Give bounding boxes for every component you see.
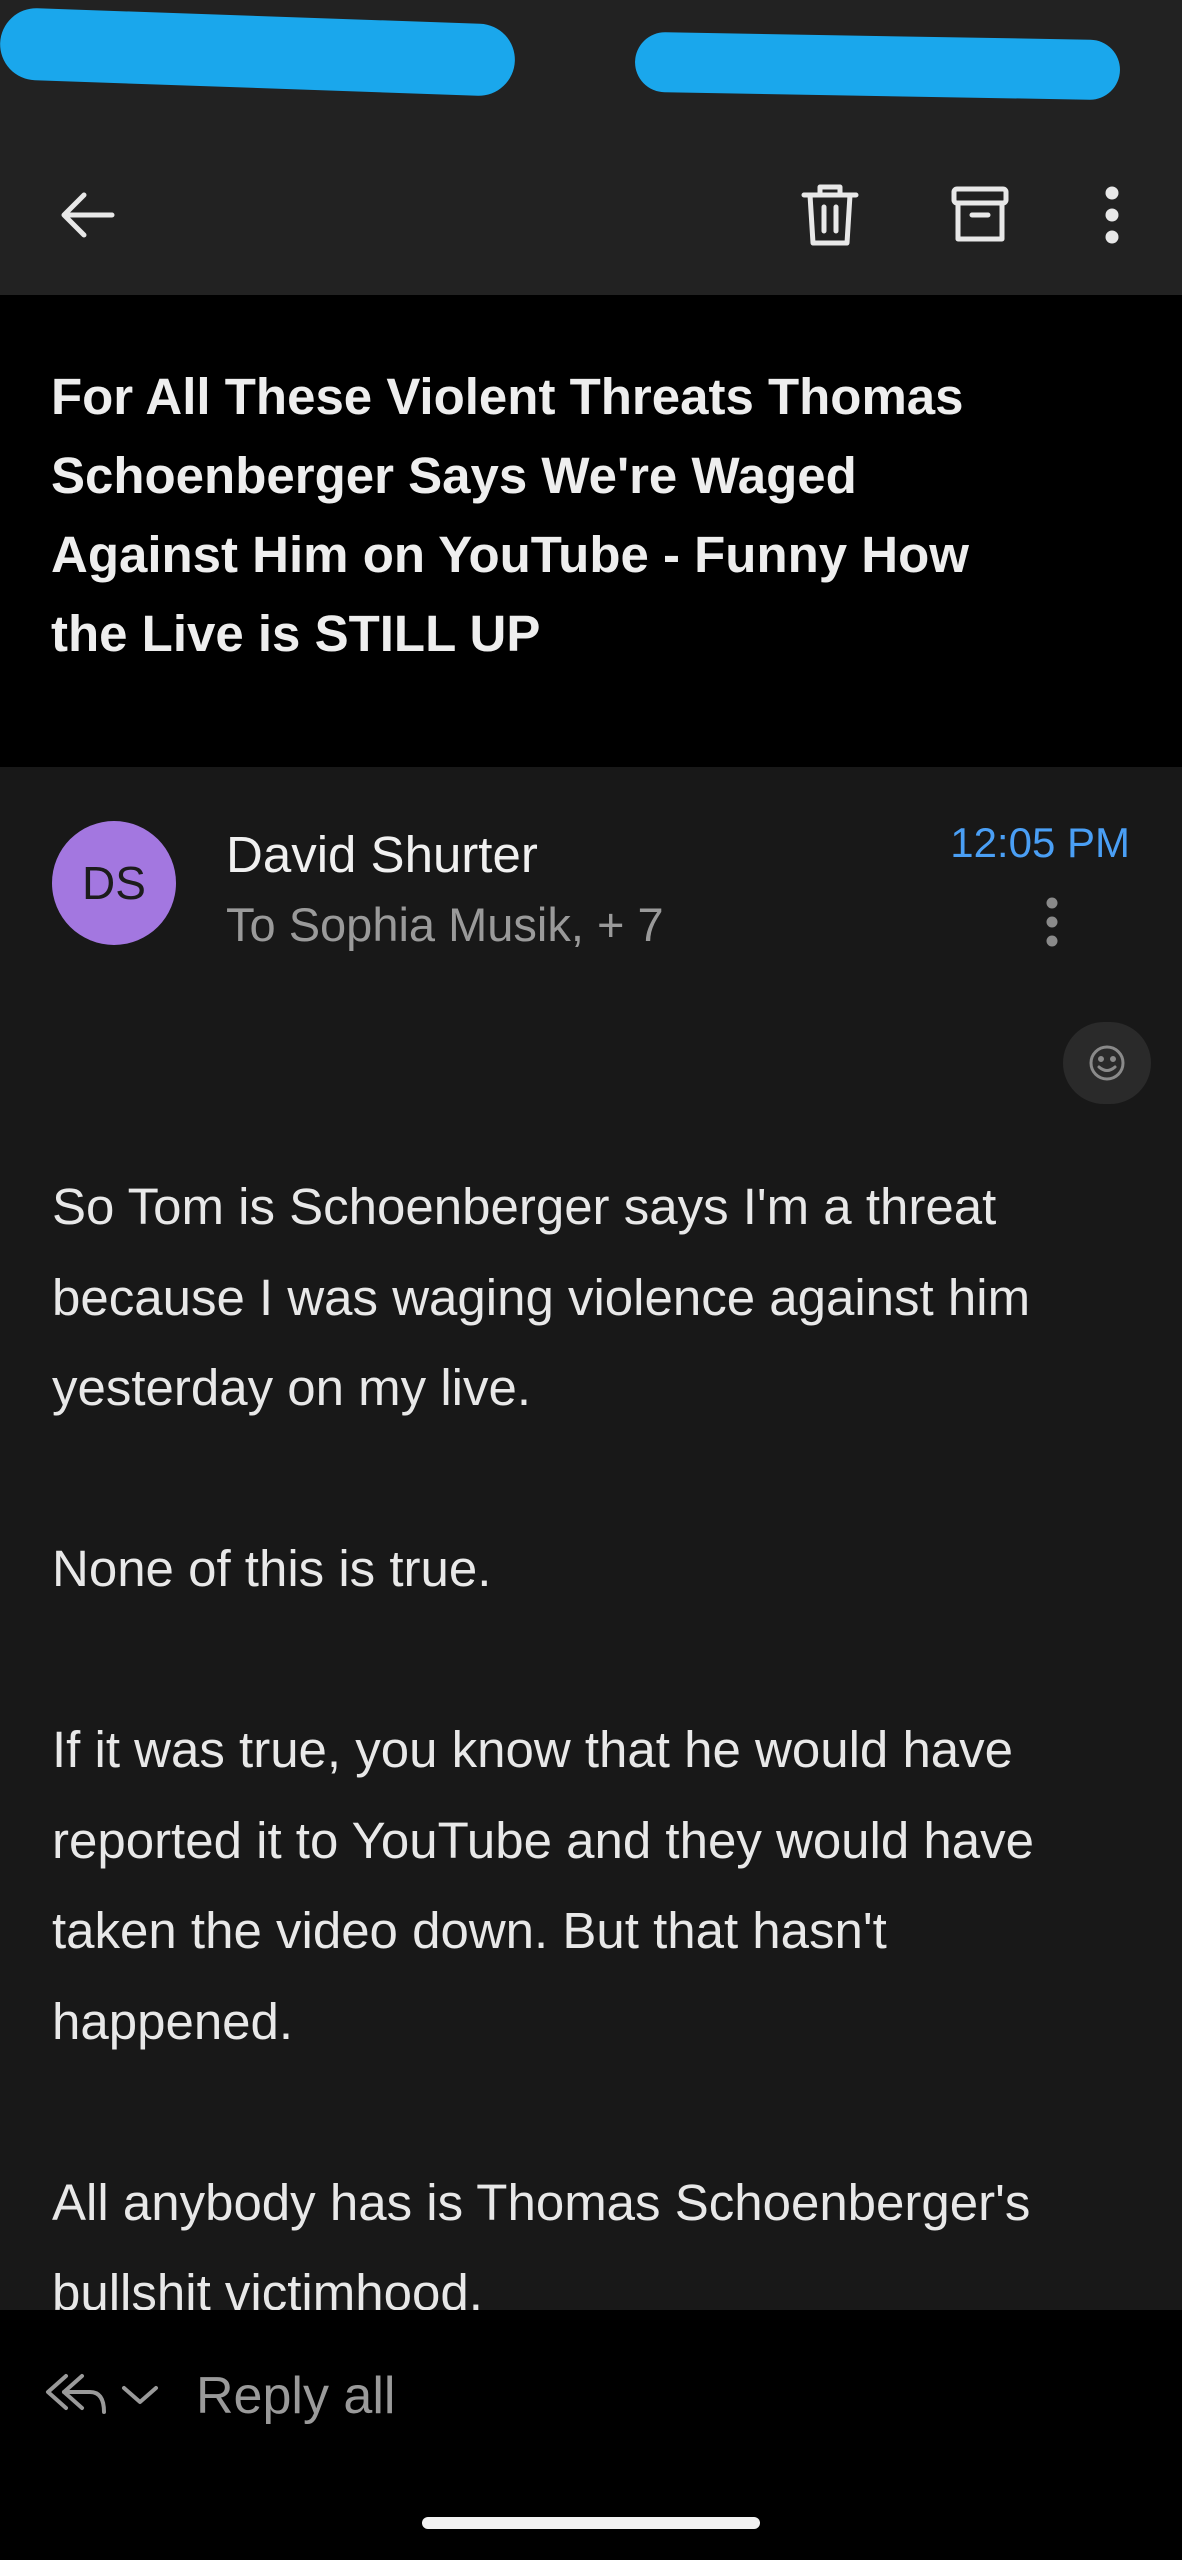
sender-name: David Shurter — [226, 826, 538, 883]
smiley-icon — [1089, 1045, 1125, 1081]
subject-section: For All These Violent Threats Thomas Sch… — [0, 295, 1182, 767]
back-button[interactable] — [38, 165, 138, 265]
reply-all-label: Reply all — [196, 2367, 396, 2425]
body-paragraph: If it was true, you know that he would h… — [52, 1721, 1034, 2050]
message-header[interactable]: DS David Shurter To Sophia Musik, + 7 12… — [0, 767, 1182, 1017]
more-vertical-icon — [1046, 897, 1058, 947]
archive-button[interactable] — [930, 165, 1030, 265]
message-time: 12:05 PM — [950, 819, 1130, 866]
more-options-button[interactable] — [1062, 165, 1162, 265]
message-more-button[interactable] — [1030, 882, 1074, 962]
redaction-mark — [634, 31, 1121, 101]
home-indicator — [422, 2517, 760, 2529]
top-toolbar — [0, 130, 1182, 295]
email-subject: For All These Violent Threats Thomas Sch… — [51, 368, 969, 662]
delete-button[interactable] — [780, 165, 880, 265]
add-reaction-button[interactable] — [1063, 1022, 1151, 1104]
email-body: So Tom is Schoenberger says I'm a threat… — [52, 1162, 1132, 2310]
body-paragraph: All anybody has is Thomas Schoenberger's… — [52, 2173, 1031, 2311]
archive-icon — [951, 186, 1009, 242]
redaction-mark — [0, 7, 517, 97]
more-vertical-icon — [1105, 186, 1119, 244]
trash-icon — [801, 184, 859, 246]
reply-all-icon — [46, 2374, 106, 2414]
chevron-down-icon — [122, 2386, 158, 2404]
recipients-summary[interactable]: To Sophia Musik, + 7 — [226, 897, 664, 952]
body-paragraph: So Tom is Schoenberger says I'm a threat… — [52, 1178, 1031, 1416]
body-paragraph: None of this is true. — [52, 1540, 492, 1597]
status-bar — [0, 0, 1182, 130]
sender-avatar[interactable]: DS — [52, 821, 176, 945]
arrow-left-icon — [61, 192, 115, 238]
